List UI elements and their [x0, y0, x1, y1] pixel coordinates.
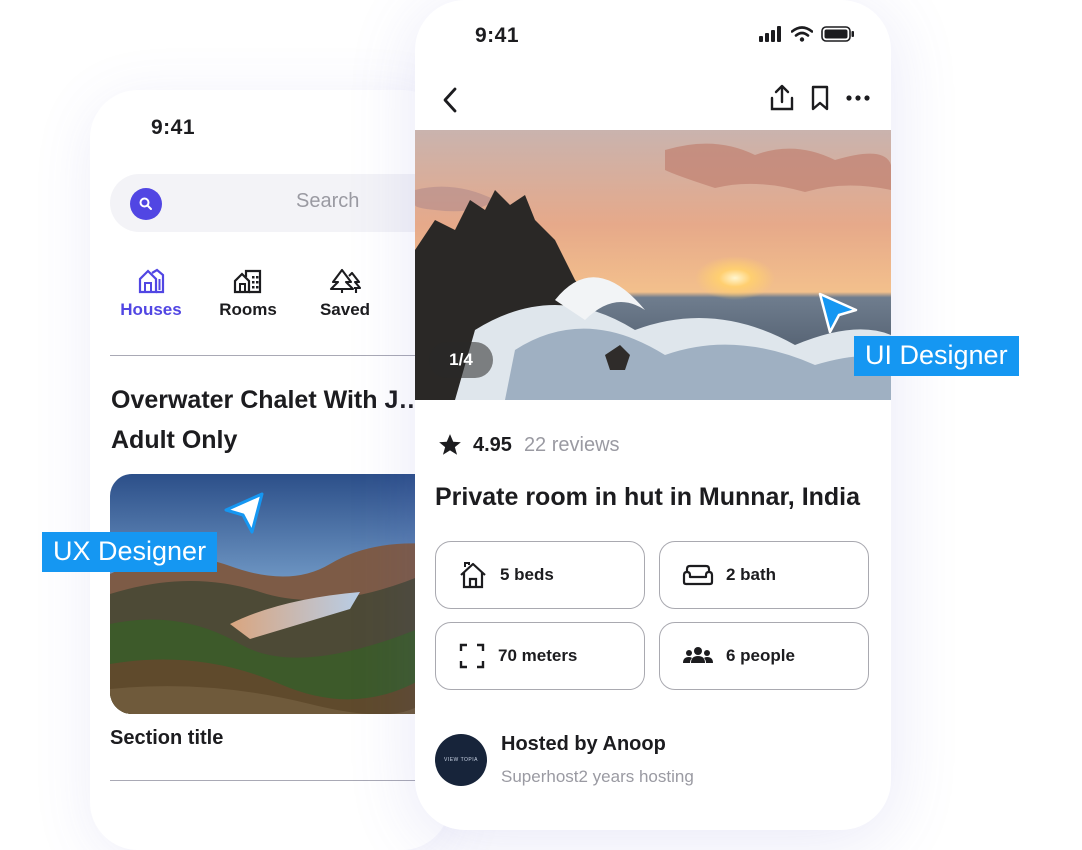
search-input[interactable]: Search [296, 190, 359, 213]
reviews-count[interactable]: 22 reviews [524, 434, 620, 457]
host-avatar[interactable]: VIEW TOPIA [435, 734, 487, 786]
area-icon [459, 643, 485, 669]
photo-counter: 1/4 [429, 342, 493, 378]
people-icon [683, 647, 713, 663]
listing-photo-lake[interactable] [110, 474, 430, 714]
header-actions [769, 84, 871, 117]
house-icon [460, 562, 486, 589]
cursor-arrow-icon [818, 292, 858, 334]
more-button[interactable] [845, 84, 871, 117]
category-label: Houses [120, 300, 182, 319]
rating-value: 4.95 [473, 433, 512, 456]
status-time: 9:41 [151, 116, 196, 139]
share-button[interactable] [769, 84, 795, 117]
host-logo-text: VIEW TOPIA [444, 757, 478, 763]
ui-designer-tag: UI Designer [854, 336, 1019, 376]
star-icon [439, 434, 461, 455]
listing-title-line2: Adult Only [111, 426, 238, 454]
feature-beds: 5 beds [435, 541, 645, 609]
houses-icon [138, 268, 165, 294]
back-phone-screen: 9:41 Search Houses Rooms Saved Overwater… [90, 90, 450, 850]
feature-label: 2 bath [726, 565, 777, 584]
cursor-arrow-icon [224, 492, 264, 534]
feature-people: 6 people [659, 622, 869, 690]
status-time: 9:41 [475, 24, 520, 47]
battery-icon [821, 26, 854, 42]
bath-icon [682, 564, 714, 586]
ux-designer-tag: UX Designer [42, 532, 218, 572]
rating-row[interactable]: 4.95 22 reviews [437, 432, 620, 458]
share-icon [770, 84, 794, 111]
category-label: Rooms [219, 300, 277, 319]
listing-title-line1: Overwater Chalet With J… [111, 386, 424, 414]
bookmark-icon [811, 85, 829, 111]
save-button[interactable] [809, 84, 831, 117]
listing-title: Private room in hut in Munnar, India [435, 483, 861, 511]
chevron-left-icon [443, 87, 457, 113]
status-bar-icons [759, 26, 855, 42]
front-phone-screen: 9:41 1/4 4.95 22 reviews Private room in… [415, 0, 891, 830]
host-name[interactable]: Hosted by Anoop [501, 733, 666, 756]
category-rooms[interactable]: Rooms [208, 268, 288, 320]
signal-icon [759, 26, 781, 42]
trees-icon [329, 268, 361, 293]
feature-label: 6 people [726, 646, 795, 665]
search-bar[interactable]: Search [110, 174, 450, 232]
search-icon[interactable] [130, 188, 162, 220]
divider [110, 780, 440, 781]
divider [110, 355, 440, 356]
feature-area: 70 meters [435, 622, 645, 690]
category-saved[interactable]: Saved [305, 268, 385, 320]
feature-label: 70 meters [498, 646, 578, 665]
top-navigation [415, 80, 891, 120]
rooms-icon [233, 269, 262, 294]
back-button[interactable] [439, 82, 461, 123]
feature-label: 5 beds [500, 565, 554, 584]
more-icon [846, 95, 870, 101]
host-subtitle: Superhost2 years hosting [501, 767, 694, 786]
wifi-icon [791, 26, 813, 42]
listing-photo-sunset[interactable]: 1/4 [415, 130, 891, 400]
category-houses[interactable]: Houses [111, 268, 191, 320]
listing-title[interactable]: Overwater Chalet With J… Adult Only [111, 380, 450, 460]
feature-bath: 2 bath [659, 541, 869, 609]
section-title: Section title [110, 727, 224, 749]
category-label: Saved [319, 300, 371, 319]
